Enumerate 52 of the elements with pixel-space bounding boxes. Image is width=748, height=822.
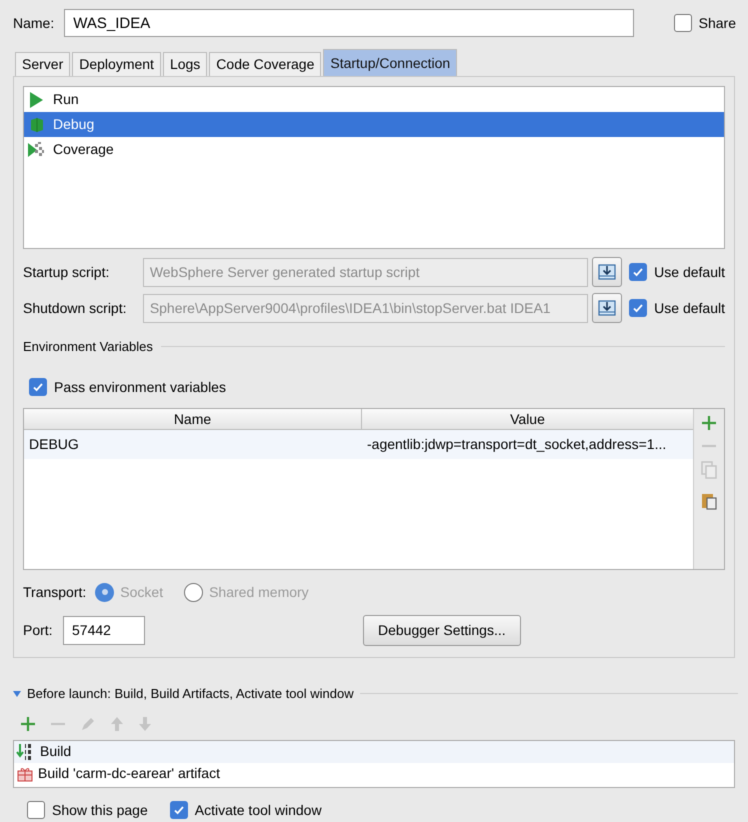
name-label: Name:	[13, 14, 54, 32]
mode-label: Debug	[53, 115, 94, 134]
gift-icon	[16, 766, 34, 782]
checkbox-label[interactable]: Share	[698, 12, 736, 34]
mode-label: Run	[53, 90, 79, 109]
paste-icon[interactable]	[701, 492, 717, 510]
add-icon[interactable]	[20, 716, 36, 732]
tab[interactable]: Startup/Connection	[323, 49, 458, 76]
checkmark-icon	[172, 804, 185, 816]
mode-item[interactable]: Coverage	[24, 137, 724, 162]
checkbox[interactable]	[29, 378, 47, 396]
column-header[interactable]: Name	[24, 408, 362, 428]
checkmark-icon	[632, 302, 644, 314]
download-box-icon	[598, 263, 616, 281]
mode-item[interactable]: Run	[24, 87, 724, 112]
port-field[interactable]: 57442	[63, 616, 145, 644]
task-item[interactable]: Build 'carm-dc-earear' artifact	[14, 762, 734, 784]
browse-button[interactable]	[592, 293, 622, 323]
task-item[interactable]: Build	[14, 740, 734, 762]
mode-item[interactable]: Debug	[24, 112, 724, 137]
checkmark-icon	[632, 266, 644, 278]
name-field[interactable]: WAS_IDEA	[64, 9, 634, 37]
tab[interactable]: Code Coverage	[209, 52, 322, 76]
port-label: Port:	[23, 620, 54, 640]
checkbox[interactable]	[27, 801, 45, 819]
tab[interactable]: Server	[15, 52, 70, 76]
table-cell-text: -agentlib:jdwp=transport=dt_socket,address=1...	[366, 434, 668, 454]
coverage-icon	[27, 142, 45, 158]
download-box-icon	[598, 299, 616, 317]
tab[interactable]: Logs	[162, 52, 208, 76]
browse-button[interactable]	[592, 257, 622, 287]
transport-label: Transport:	[23, 582, 86, 602]
tab[interactable]: Deployment	[72, 52, 161, 76]
script-label: Startup script:	[23, 262, 110, 282]
mode-label: Coverage	[53, 140, 114, 159]
task-label: Build 'carm-dc-earear' artifact	[38, 764, 220, 783]
section-title: Environment Variables	[23, 338, 153, 356]
column-header[interactable]: Value	[362, 408, 693, 428]
checkmark-icon	[32, 381, 44, 393]
before-launch-title[interactable]: Before launch: Build, Build Artifacts, Activate tool window	[27, 684, 354, 704]
play-icon	[29, 92, 43, 108]
task-label: Build	[40, 742, 72, 761]
checkbox[interactable]	[674, 14, 692, 32]
debugger-settings-button[interactable]: Debugger Settings...	[363, 614, 521, 646]
checkbox-label[interactable]: Activate tool window	[194, 800, 322, 820]
checkbox[interactable]	[170, 801, 188, 819]
checkbox-label[interactable]: Pass environment variables	[54, 376, 226, 398]
expand-triangle-icon[interactable]	[13, 690, 21, 698]
script-label: Shutdown script:	[23, 298, 128, 318]
table-cell-text: DEBUG	[28, 434, 80, 454]
checkbox-label[interactable]: Show this page	[52, 800, 148, 820]
add-icon[interactable]	[701, 414, 717, 430]
